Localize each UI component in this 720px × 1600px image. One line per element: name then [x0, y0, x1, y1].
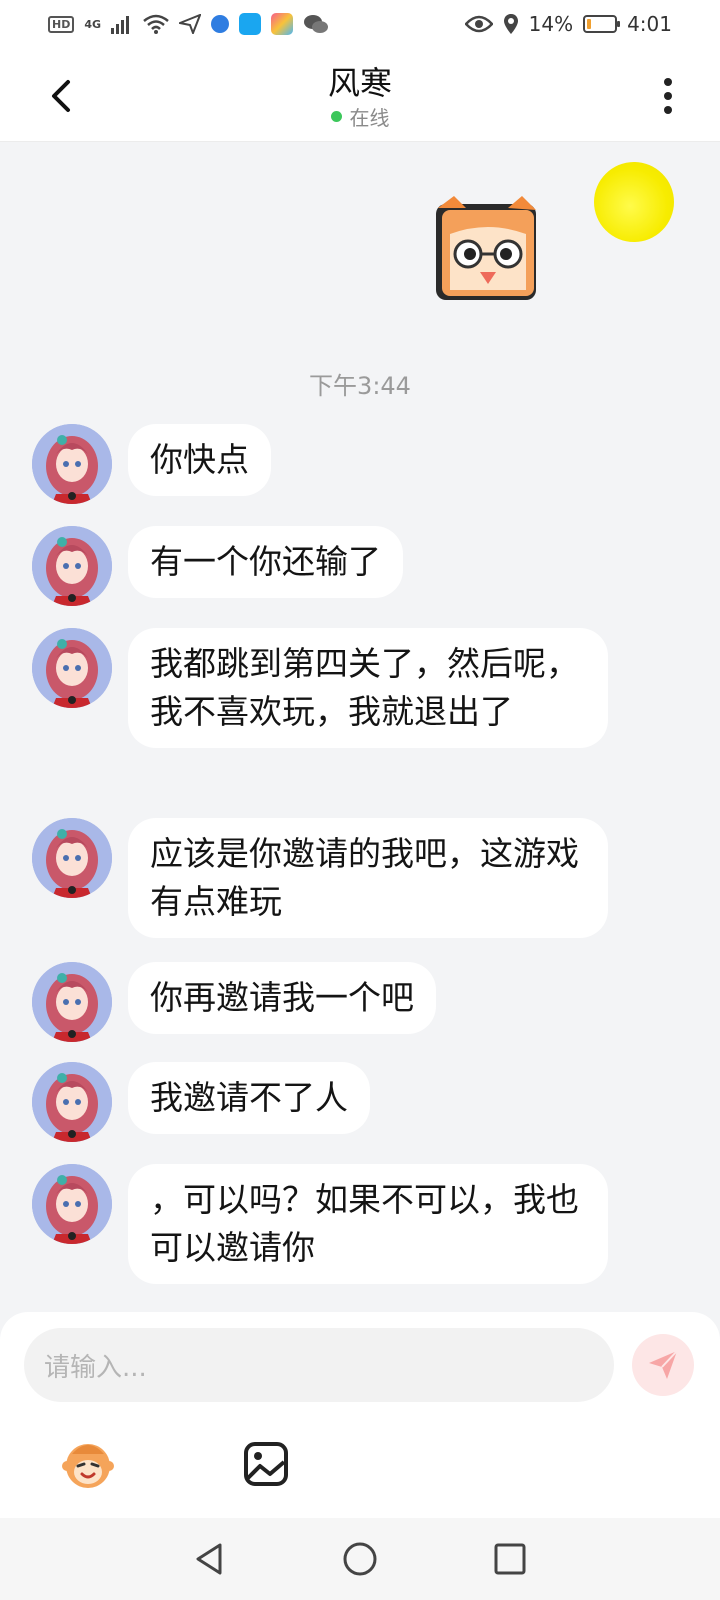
chat-header: 风寒 在线 [0, 48, 720, 142]
signal-icon [111, 16, 130, 34]
anime-girl-avatar-icon [32, 818, 112, 898]
message-row: 我邀请不了人 [32, 1062, 370, 1142]
contact-name: 风寒 [327, 64, 392, 102]
send-icon [649, 1350, 678, 1379]
system-nav-bar [0, 1518, 720, 1600]
message-row: 有一个你还输了 [32, 526, 403, 606]
more-icon[interactable] [656, 74, 680, 118]
message-bubble[interactable]: ，可以吗？如果不可以，我也可以邀请你 [128, 1164, 608, 1284]
message-bubble[interactable]: 有一个你还输了 [128, 526, 403, 598]
message-bubble[interactable]: 你再邀请我一个吧 [128, 962, 436, 1034]
anime-girl-avatar-icon [32, 424, 112, 504]
nav-back-icon[interactable] [190, 1539, 230, 1579]
search-app-icon [239, 13, 262, 35]
message-row: 你再邀请我一个吧 [32, 962, 436, 1042]
send-button[interactable] [632, 1334, 694, 1396]
online-status: 在线 [0, 102, 720, 131]
battery-icon [583, 15, 621, 33]
eye-icon [464, 15, 493, 33]
anime-girl-avatar-icon [32, 628, 112, 708]
contact-avatar[interactable] [32, 1062, 112, 1142]
contact-avatar[interactable] [32, 818, 112, 898]
message-bubble[interactable]: 你快点 [128, 424, 271, 496]
emoji-icon[interactable] [58, 1434, 118, 1494]
blue-app-icon [211, 15, 230, 33]
wifi-icon [143, 14, 169, 34]
clock: 4:01 [627, 12, 672, 36]
contact-avatar[interactable] [32, 628, 112, 708]
network-type: 4G [84, 17, 102, 31]
battery-tip [617, 21, 621, 27]
contact-avatar[interactable] [32, 424, 112, 504]
battery-fill [587, 19, 592, 29]
message-row: 应该是你邀请的我吧，这游戏有点难玩 [32, 818, 608, 938]
contact-avatar[interactable] [32, 1164, 112, 1244]
contact-avatar[interactable] [32, 526, 112, 606]
battery-percent: 14% [528, 12, 574, 36]
message-bubble[interactable]: 我邀请不了人 [128, 1062, 370, 1134]
status-bar: HD 4G 14% 4:01 [0, 0, 720, 48]
status-right: 14% 4:01 [464, 12, 672, 36]
status-left: HD 4G [48, 13, 329, 35]
time-stamp: 下午3:44 [309, 372, 411, 400]
image-icon[interactable] [236, 1434, 296, 1494]
message-row: 我都跳到第四关了，然后呢，我不喜欢玩，我就退出了 [32, 628, 608, 748]
anime-girl-avatar-icon [32, 962, 112, 1042]
hd-badge: HD [48, 15, 75, 33]
my-avatar[interactable] [594, 162, 674, 242]
message-bubble[interactable]: 应该是你邀请的我吧，这游戏有点难玩 [128, 818, 608, 938]
wechat-icon [304, 15, 329, 33]
sticker-image[interactable] [432, 194, 544, 306]
input-panel: 请输入... [0, 1312, 720, 1518]
message-bubble[interactable]: 我都跳到第四关了，然后呢，我不喜欢玩，我就退出了 [128, 628, 608, 748]
online-dot [330, 111, 342, 122]
location-icon [503, 14, 518, 34]
anime-girl-avatar-icon [32, 526, 112, 606]
message-input[interactable]: 请输入... [24, 1328, 614, 1402]
nav-recents-icon[interactable] [490, 1539, 530, 1579]
anime-girl-avatar-icon [32, 1062, 112, 1142]
anime-girl-avatar-icon [32, 1164, 112, 1244]
chat-area[interactable]: 下午3:44 你快点 有一个你还输了 我都跳到第四关了，然后呢，我不喜欢玩，我就… [0, 142, 720, 1312]
send-app-icon [179, 14, 202, 34]
colorful-app-icon [271, 13, 294, 35]
message-row: 你快点 [32, 424, 271, 504]
message-row: ，可以吗？如果不可以，我也可以邀请你 [32, 1164, 608, 1284]
nav-home-icon[interactable] [340, 1539, 380, 1579]
contact-avatar[interactable] [32, 962, 112, 1042]
online-status-text: 在线 [349, 106, 390, 130]
